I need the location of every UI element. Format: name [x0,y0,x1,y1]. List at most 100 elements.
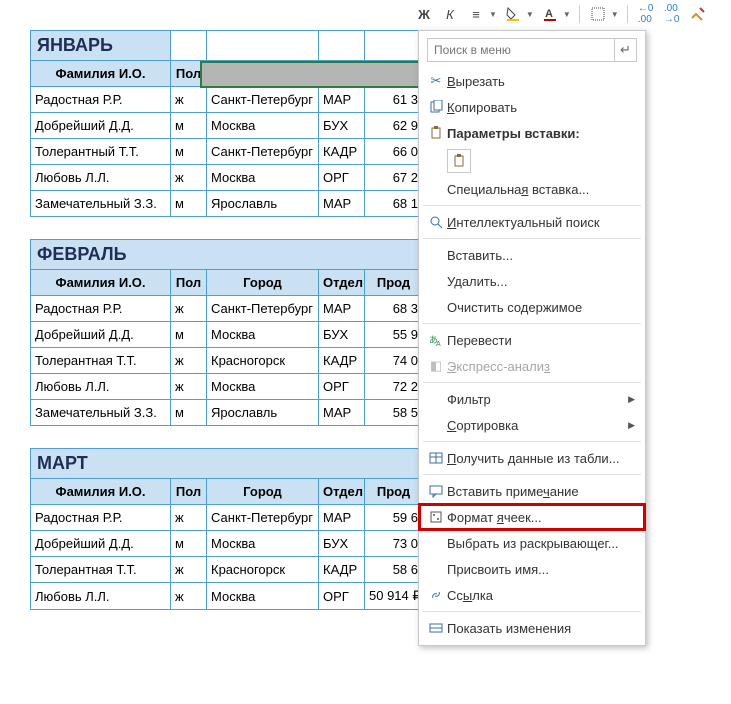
cell-dept[interactable]: КАДР [319,557,365,583]
cell-city[interactable]: Красногорск [207,557,319,583]
cell-dept[interactable]: ОРГ [319,165,365,191]
fill-color-button[interactable] [503,4,523,24]
column-header-city[interactable]: Город [207,479,319,505]
menu-pick-from-list[interactable]: Выбрать из раскрывающег... [419,530,645,556]
cell-name[interactable]: Толерантная Т.Т. [31,348,171,374]
menu-delete[interactable]: Удалить... [419,268,645,294]
menu-insert[interactable]: Вставить... [419,242,645,268]
menu-search[interactable]: ↵ [427,38,637,62]
cell-sales[interactable]: 68 3 [365,296,423,322]
cell-sex[interactable]: ж [171,165,207,191]
cell-name[interactable]: Добрейший Д.Д. [31,531,171,557]
cell-dept[interactable]: МАР [319,87,365,113]
cell-city[interactable]: Санкт-Петербург [207,87,319,113]
cell-sales[interactable]: 62 9 [365,113,423,139]
menu-search-input[interactable] [428,43,614,57]
column-header-name[interactable]: Фамилия И.О. [31,479,171,505]
cell-sales[interactable]: 73 0 [365,531,423,557]
menu-copy[interactable]: Копировать [419,94,645,120]
menu-sort[interactable]: Сортировка ▶ [419,412,645,438]
cell-name[interactable]: Замечательный З.З. [31,191,171,217]
cell-city[interactable]: Ярославль [207,191,319,217]
cell-sales[interactable]: 61 3 [365,87,423,113]
column-header-dept[interactable]: Отдел [319,61,365,87]
cell-sex[interactable]: ж [171,374,207,400]
cell-name[interactable]: Толерантная Т.Т. [31,557,171,583]
menu-define-name[interactable]: Присвоить имя... [419,556,645,582]
menu-get-from-table[interactable]: Получить данные из табли... [419,445,645,471]
cell-sales[interactable]: 72 2 [365,374,423,400]
column-header-city[interactable]: Город [207,270,319,296]
cell-sales[interactable]: 74 0 [365,348,423,374]
cell-dept[interactable]: МАР [319,505,365,531]
cell-city[interactable]: Красногорск [207,348,319,374]
column-header-sex[interactable]: Пол [171,479,207,505]
cell-sales[interactable]: 50 914 ₽ [365,583,423,610]
increase-decimal-button[interactable]: .00→0 [662,4,682,24]
cell-city[interactable]: Ярославль [207,400,319,426]
menu-hyperlink[interactable]: Ссылка [419,582,645,608]
cell-dept[interactable]: МАР [319,191,365,217]
cell-name[interactable]: Радостная Р.Р. [31,505,171,531]
column-header-dept[interactable]: Отдел [319,270,365,296]
selected-cell[interactable] [207,31,319,61]
cell-name[interactable]: Любовь Л.Л. [31,583,171,610]
cell-city[interactable]: Москва [207,531,319,557]
italic-button[interactable]: К [440,4,460,24]
cell-sales[interactable]: 59 6 [365,505,423,531]
cell-city[interactable]: Москва [207,113,319,139]
cell-dept[interactable]: КАДР [319,139,365,165]
menu-paste-special[interactable]: Специальная вставка... [419,176,645,202]
cell-sex[interactable]: м [171,531,207,557]
menu-cut[interactable]: ✂ ВВырезатьырезать [419,68,645,94]
cell-name[interactable]: Радостная Р.Р. [31,296,171,322]
cell-sex[interactable]: ж [171,296,207,322]
column-header-dept[interactable]: Отдел [319,479,365,505]
cell-sex[interactable]: ж [171,348,207,374]
cell-name[interactable]: Любовь Л.Л. [31,165,171,191]
menu-clear-contents[interactable]: Очистить содержимое [419,294,645,320]
cell-sex[interactable]: ж [171,87,207,113]
table-title[interactable]: МАРТ [31,449,423,479]
paste-default-button[interactable] [447,149,471,173]
selected-cell[interactable] [171,31,207,61]
menu-search-go-icon[interactable]: ↵ [614,39,636,61]
clear-formatting-button[interactable] [688,4,708,24]
cell-city[interactable]: Санкт-Петербург [207,139,319,165]
menu-show-changes[interactable]: Показать изменения [419,615,645,641]
borders-button[interactable] [588,4,608,24]
menu-smart-lookup[interactable]: Интеллектуальный поиск [419,209,645,235]
align-button[interactable]: ≡ [466,4,486,24]
cell-name[interactable]: Любовь Л.Л. [31,374,171,400]
cell-sex[interactable]: м [171,113,207,139]
selected-cell[interactable] [365,31,423,61]
cell-name[interactable]: Толерантный Т.Т. [31,139,171,165]
column-header-name[interactable]: Фамилия И.О. [31,61,171,87]
cell-sales[interactable]: 66 0 [365,139,423,165]
cell-sales[interactable]: 58 6 [365,557,423,583]
cell-sex[interactable]: ж [171,583,207,610]
bold-button[interactable]: Ж [414,4,434,24]
font-color-button[interactable]: A [540,4,560,24]
column-header-sex[interactable]: Пол [171,270,207,296]
menu-format-cells[interactable]: Формат ячеек... [419,504,645,530]
cell-sales[interactable]: 68 1 [365,191,423,217]
cell-city[interactable]: Москва [207,583,319,610]
cell-dept[interactable]: МАР [319,296,365,322]
cell-city[interactable]: Санкт-Петербург [207,505,319,531]
cell-city[interactable]: Москва [207,322,319,348]
column-header-sales[interactable]: Прод [365,61,423,87]
selected-cell[interactable] [319,31,365,61]
cell-city[interactable]: Москва [207,165,319,191]
cell-dept[interactable]: БУХ [319,322,365,348]
cell-name[interactable]: Добрейший Д.Д. [31,113,171,139]
menu-translate[interactable]: あA Перевести [419,327,645,353]
cell-dept[interactable]: КАДР [319,348,365,374]
cell-name[interactable]: Добрейший Д.Д. [31,322,171,348]
table-title[interactable]: ЯНВАРЬ [31,31,171,61]
column-header-sex[interactable]: Пол [171,61,207,87]
cell-sales[interactable]: 58 5 [365,400,423,426]
column-header-sales[interactable]: Прод [365,479,423,505]
cell-dept[interactable]: БУХ [319,531,365,557]
column-header-name[interactable]: Фамилия И.О. [31,270,171,296]
